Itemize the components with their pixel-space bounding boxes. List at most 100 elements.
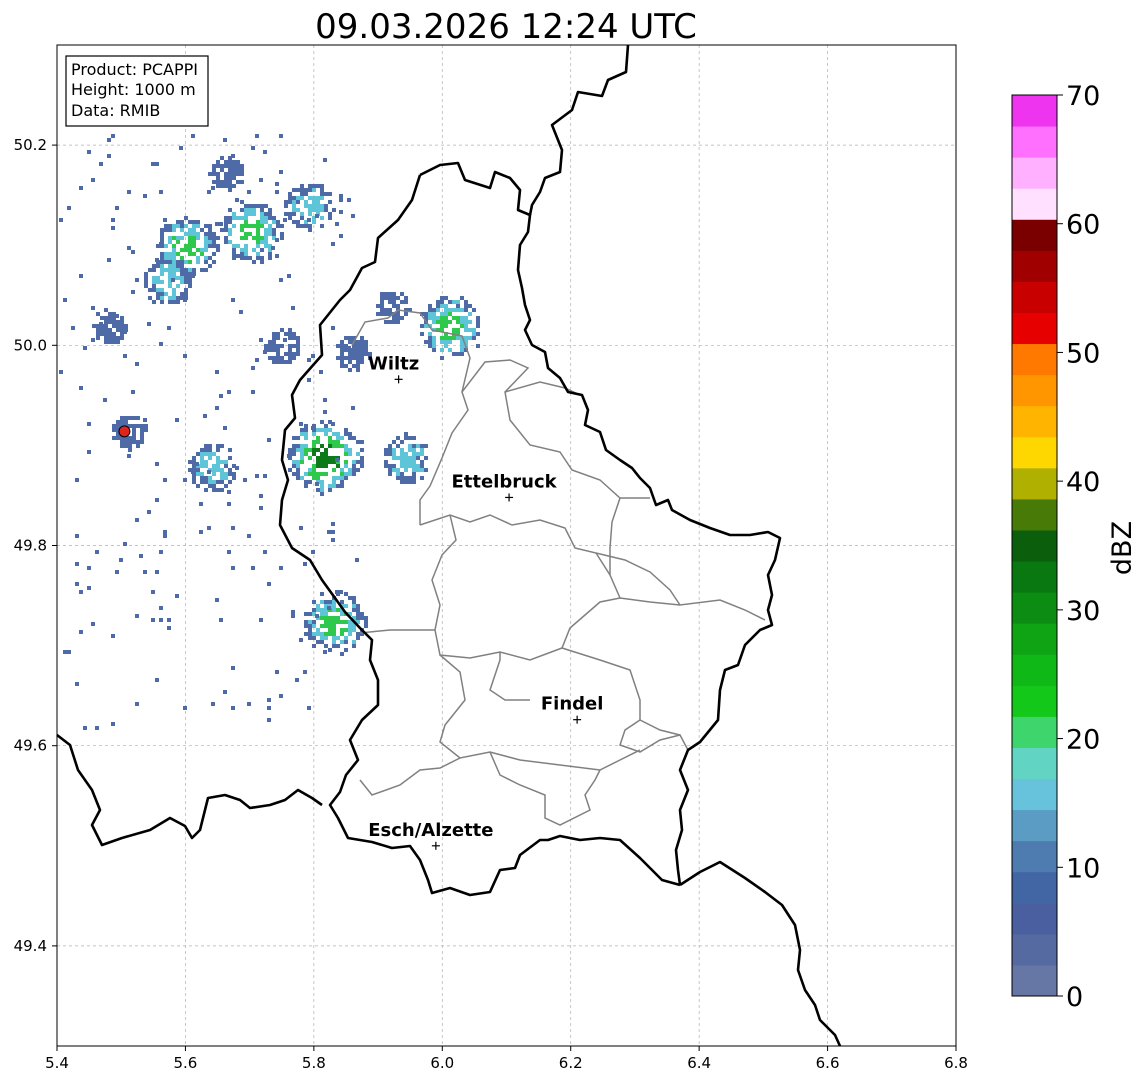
- echo-pixel: [196, 260, 200, 264]
- echo-pixel: [231, 666, 235, 670]
- echo-pixel: [215, 598, 219, 602]
- echo-pixel: [260, 212, 264, 216]
- echo-pixel: [224, 224, 228, 228]
- echo-pixel: [404, 480, 408, 484]
- echo-pixel: [400, 456, 404, 460]
- echo-pixel: [256, 240, 260, 244]
- echo-pixel: [328, 632, 332, 636]
- echo-pixel: [176, 296, 180, 300]
- echo-pixel: [304, 472, 308, 476]
- echo-pixel: [304, 188, 308, 192]
- echo-pixel: [172, 268, 176, 272]
- echo-pixel: [216, 164, 220, 168]
- echo-pixel: [260, 216, 264, 220]
- echo-pixel: [184, 272, 188, 276]
- echo-pixel: [384, 460, 388, 464]
- echo-pixel: [67, 206, 71, 210]
- echo-pixel: [296, 200, 300, 204]
- echo-pixel: [267, 706, 271, 710]
- echo-pixel: [320, 484, 324, 488]
- echo-pixel: [448, 308, 452, 312]
- echo-pixel: [308, 456, 312, 460]
- echo-pixel: [180, 248, 184, 252]
- echo-pixel: [328, 436, 332, 440]
- echo-pixel: [312, 620, 316, 624]
- echo-pixel: [232, 216, 236, 220]
- echo-pixel: [111, 218, 115, 222]
- echo-pixel: [244, 256, 248, 260]
- echo-pixel: [304, 424, 308, 428]
- x-tick-label: 6.0: [430, 1054, 454, 1072]
- echo-pixel: [224, 464, 228, 468]
- echo-pixel: [120, 320, 124, 324]
- echo-pixel: [220, 228, 224, 232]
- echo-pixel: [111, 722, 115, 726]
- echo-pixel: [400, 472, 404, 476]
- echo-pixel: [332, 620, 336, 624]
- echo-pixel: [176, 260, 180, 264]
- echo-pixel: [200, 228, 204, 232]
- colorbar-tick-label: 50: [1066, 338, 1100, 369]
- echo-pixel: [388, 444, 392, 448]
- echo-pixel: [464, 328, 468, 332]
- echo-pixel: [128, 416, 132, 420]
- echo-pixel: [156, 292, 160, 296]
- echo-pixel: [131, 290, 135, 294]
- echo-pixel: [320, 640, 324, 644]
- echo-pixel: [268, 228, 272, 232]
- echo-pixel: [171, 278, 175, 282]
- echo-pixel: [424, 456, 428, 460]
- echo-pixel: [452, 352, 456, 356]
- echo-pixel: [331, 422, 335, 426]
- echo-pixel: [440, 336, 444, 340]
- echo-pixel: [232, 248, 236, 252]
- echo-pixel: [280, 328, 284, 332]
- map-area[interactable]: Wiltz Ettelbruck Findel Esch/Alzette Produc…: [56, 44, 957, 1047]
- echo-pixel: [159, 342, 163, 346]
- echo-pixel: [275, 190, 279, 194]
- echo-pixel: [404, 456, 408, 460]
- echo-pixel: [252, 224, 256, 228]
- echo-pixel: [188, 268, 192, 272]
- colorbar-segment: [1012, 964, 1057, 997]
- echo-pixel: [312, 636, 316, 640]
- radar-site-marker[interactable]: [118, 425, 131, 438]
- echo-pixel: [347, 346, 351, 350]
- info-line-height: Height: 1000 m: [71, 80, 196, 99]
- echo-pixel: [392, 456, 396, 460]
- echo-pixel: [224, 220, 228, 224]
- colorbar-tick-label: 10: [1066, 853, 1100, 884]
- echo-pixel: [208, 444, 212, 448]
- echo-pixel: [168, 252, 172, 256]
- echo-pixel: [320, 428, 324, 432]
- echo-pixel: [148, 268, 152, 272]
- echo-pixel: [164, 268, 168, 272]
- echo-pixel: [300, 448, 304, 452]
- echo-pixel: [115, 570, 119, 574]
- echo-pixel: [432, 340, 436, 344]
- echo-pixel: [199, 502, 203, 506]
- echo-pixel: [300, 456, 304, 460]
- echo-pixel: [196, 256, 200, 260]
- echo-pixel: [412, 468, 416, 472]
- echo-pixel: [208, 484, 212, 488]
- echo-pixel: [288, 468, 292, 472]
- echo-pixel: [316, 440, 320, 444]
- echo-pixel: [384, 312, 388, 316]
- echo-pixel: [332, 636, 336, 640]
- echo-pixel: [307, 378, 311, 382]
- echo-pixel: [340, 356, 344, 360]
- echo-pixel: [120, 416, 124, 420]
- echo-pixel: [351, 406, 355, 410]
- echo-pixel: [216, 180, 220, 184]
- echo-pixel: [384, 296, 388, 300]
- echo-pixel: [164, 252, 168, 256]
- x-tick-label: 6.8: [944, 1054, 968, 1072]
- echo-pixel: [392, 304, 396, 308]
- echo-pixel: [275, 182, 279, 186]
- echo-pixel: [204, 464, 208, 468]
- echo-pixel: [412, 448, 416, 452]
- echo-pixel: [104, 324, 108, 328]
- echo-pixel: [420, 460, 424, 464]
- echo-pixel: [215, 370, 219, 374]
